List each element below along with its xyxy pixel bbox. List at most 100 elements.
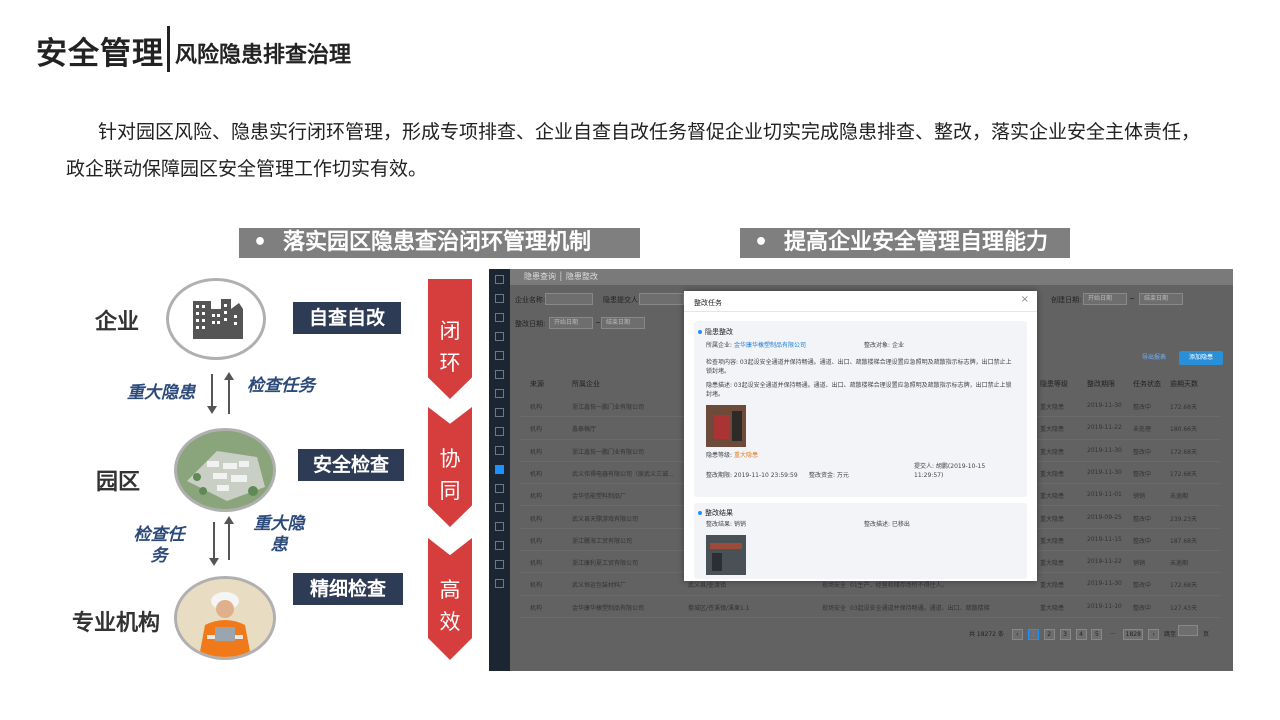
page-button[interactable]: 5 bbox=[1091, 629, 1103, 640]
prev-page-button[interactable]: ‹ bbox=[1011, 629, 1023, 640]
goto-input[interactable] bbox=[1178, 625, 1199, 636]
add-hazard-button[interactable]: 添加隐患 bbox=[1179, 351, 1223, 365]
nav-icon[interactable] bbox=[495, 275, 504, 284]
close-icon[interactable]: × bbox=[1021, 294, 1029, 305]
next-page-button[interactable]: › bbox=[1148, 629, 1160, 640]
nav-icon[interactable] bbox=[495, 579, 504, 588]
nav-icon[interactable] bbox=[495, 370, 504, 379]
filter-company-input[interactable] bbox=[545, 293, 593, 305]
filter-company-label: 企业名称: bbox=[515, 296, 546, 304]
nav-icon[interactable] bbox=[495, 313, 504, 322]
table-cell-company: 浙江鑫恢一鹏门业有限公司 bbox=[572, 404, 645, 411]
page-button[interactable]: 1828 bbox=[1123, 629, 1144, 640]
table-cell-level: 重大隐患 bbox=[1040, 515, 1065, 523]
table-cell-days: 未逾期 bbox=[1170, 560, 1189, 568]
table-cell-source: 机构 bbox=[530, 404, 543, 411]
chevron-text: 协同 bbox=[439, 447, 461, 503]
filter-created-label: 创建日期: bbox=[1051, 296, 1082, 304]
table-cell-source: 机构 bbox=[530, 604, 543, 612]
page-button[interactable]: 3 bbox=[1059, 629, 1071, 640]
table-cell-company: 浙江康利夏工贸有限公司 bbox=[572, 560, 639, 568]
bullet: • bbox=[252, 230, 268, 255]
bullet-dot bbox=[698, 511, 702, 515]
nav-icon[interactable] bbox=[495, 541, 504, 550]
table-cell-level: 重大隐患 bbox=[1040, 448, 1065, 456]
arrow-label-major-hazard-2: 重大隐患 bbox=[253, 514, 305, 555]
node-label-agency: 专业机构 bbox=[72, 611, 161, 636]
chevron-efficient: 高效 bbox=[428, 538, 472, 660]
section-heading-left: • 落实园区隐患查治闭环管理机制 bbox=[239, 228, 640, 258]
table-cell-status: 整改中 bbox=[1133, 404, 1152, 411]
app-screenshot: 隐患查询 │ 隐患整改 企业名称: 隐患提交人: 创建日期: 开始日期 ~ 结束… bbox=[489, 269, 1233, 671]
table-cell-source: 机构 bbox=[530, 582, 543, 590]
section-title: 隐患整改 bbox=[705, 328, 733, 336]
modal-title: 整改任务 bbox=[694, 299, 722, 307]
table-row[interactable]: 机构 金华康华橡塑制品有限公司 婺城区/苍溪镇/溪東1.1 现场安全 03起设安全通道并… bbox=[520, 596, 1220, 618]
tag-detailed-inspection: 精细检查 bbox=[293, 573, 403, 605]
modal-divider bbox=[684, 311, 1037, 312]
table-cell-level: 重大隐患 bbox=[1040, 560, 1065, 568]
table-cell-source: 机构 bbox=[530, 493, 543, 501]
table-cell-source: 机构 bbox=[530, 470, 543, 478]
date-separator: ~ bbox=[1129, 295, 1135, 303]
filter-created-start[interactable]: 开始日期 bbox=[1083, 293, 1127, 305]
chevron-closed-loop: 闭环 bbox=[428, 279, 472, 399]
chevron-text: 闭环 bbox=[439, 319, 461, 375]
nav-icon[interactable] bbox=[495, 332, 504, 341]
nav-icon-active[interactable] bbox=[495, 465, 504, 474]
nav-icon[interactable] bbox=[495, 408, 504, 417]
table-cell-company: 金华康华橡塑制品有限公司 bbox=[572, 604, 645, 612]
hazard-description: 隐患描述: 03起设安全通道并保持畅通。通道、出口、疏散楼梯合理设置应急照明及疏… bbox=[706, 382, 1012, 398]
page-button[interactable]: 1 bbox=[1027, 629, 1039, 640]
filter-submitter-label: 隐患提交人: bbox=[603, 296, 641, 304]
table-cell-extra2: 现场安全 bbox=[822, 582, 847, 590]
section-heading-left-text: 落实园区隐患查治闭环管理机制 bbox=[283, 230, 592, 255]
export-button[interactable]: 导出报表 bbox=[1133, 351, 1175, 365]
table-cell-date: 2019-11-22 bbox=[1087, 424, 1122, 432]
table-cell-days: 172.68天 bbox=[1170, 470, 1197, 478]
table-cell-days: 172.68天 bbox=[1170, 404, 1197, 411]
filter-deadline-start[interactable]: 开始日期 bbox=[549, 317, 593, 329]
arrow-down-2-head bbox=[209, 558, 219, 566]
arrow-down-head bbox=[207, 406, 217, 414]
sidebar bbox=[489, 269, 510, 671]
page-ellipsis: ··· bbox=[1109, 631, 1116, 638]
nav-icon[interactable] bbox=[495, 503, 504, 512]
page-button[interactable]: 2 bbox=[1043, 629, 1055, 640]
nav-icon[interactable] bbox=[495, 351, 504, 360]
hazard-photo[interactable] bbox=[706, 405, 746, 447]
nav-icon[interactable] bbox=[495, 446, 504, 455]
table-cell-status: 销销 bbox=[1133, 493, 1146, 501]
result-card: 整改结果 整改结果: 销销 整改描述: 已移出 bbox=[694, 503, 1027, 579]
column-header: 逾期天数 bbox=[1170, 380, 1198, 388]
nav-icon[interactable] bbox=[495, 389, 504, 398]
nav-icon[interactable] bbox=[495, 522, 504, 531]
filter-created-end[interactable]: 结束日期 bbox=[1139, 293, 1183, 305]
company-link[interactable]: 金华康华橡塑制品有限公司 bbox=[734, 342, 806, 349]
enterprise-circle bbox=[166, 278, 266, 360]
table-cell-level: 重大隐患 bbox=[1040, 604, 1065, 612]
table-cell-days: 未逾期 bbox=[1170, 493, 1189, 501]
buildings-icon bbox=[193, 299, 243, 339]
nav-icon[interactable] bbox=[495, 484, 504, 493]
section-result: 整改结果 bbox=[698, 508, 733, 518]
result-photo[interactable] bbox=[706, 535, 746, 575]
nav-icon[interactable] bbox=[495, 560, 504, 569]
nav-icon[interactable] bbox=[495, 294, 504, 303]
filter-deadline-end[interactable]: 结束日期 bbox=[601, 317, 645, 329]
page-unit: 页 bbox=[1202, 631, 1209, 638]
nav-icon[interactable] bbox=[495, 427, 504, 436]
worker-photo bbox=[177, 579, 273, 657]
table-cell-date: 2019-11-15 bbox=[1087, 535, 1122, 543]
node-label-park: 园区 bbox=[96, 470, 141, 495]
hazard-card: 隐患整改 所属企业: 金华康华橡塑制品有限公司 整改对象: 企业 检查项内容: … bbox=[694, 321, 1027, 497]
table-cell-source: 机构 bbox=[530, 426, 543, 434]
table-cell-company: 鑫泰稿厅 bbox=[572, 426, 597, 434]
chevron-collaborative: 协同 bbox=[428, 407, 472, 527]
table-cell-company: 武义伟得电器有限公司（原武义三诚... bbox=[572, 470, 674, 478]
tag-self-check: 自查自改 bbox=[293, 302, 401, 334]
page-button[interactable]: 4 bbox=[1075, 629, 1087, 640]
column-header: 来源 bbox=[530, 380, 544, 388]
table-cell-date: 2019-11-10 bbox=[1087, 602, 1122, 610]
filter-submitter-input[interactable] bbox=[639, 293, 684, 305]
